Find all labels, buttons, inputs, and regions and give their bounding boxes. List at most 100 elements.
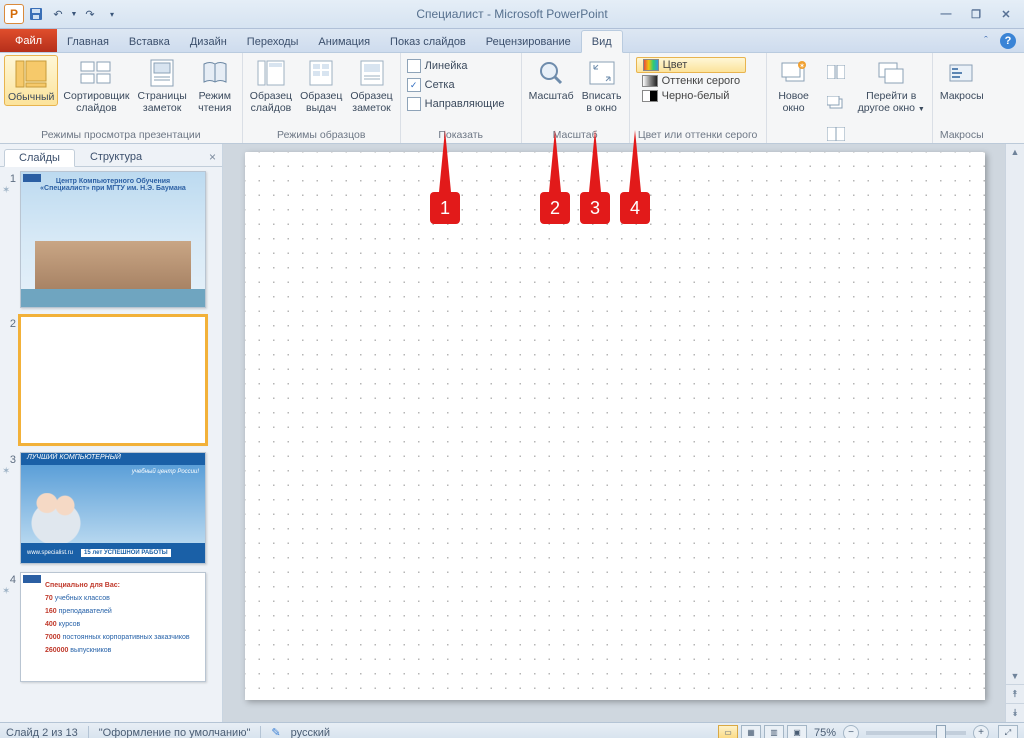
arrange-all-button[interactable] <box>821 57 851 87</box>
close-button[interactable]: ✕ <box>996 6 1016 22</box>
slide-sorter-button[interactable]: Сортировщик слайдов <box>60 55 132 116</box>
redo-button[interactable]: ↷ <box>80 4 100 24</box>
color-button[interactable]: Цвет <box>636 57 746 73</box>
quick-access-toolbar: P ↶ ▼ ↷ ▾ <box>0 4 122 24</box>
slide-thumbnail-3[interactable]: ЛУЧШИЙ КОМПЬЮТЕРНЫЙ учебный центр России… <box>20 452 206 564</box>
slideshow-view-btn[interactable]: ▣ <box>787 725 807 738</box>
workspace: Слайды Структура × 1✶ Центр Компьютерног… <box>0 144 1024 722</box>
group-label: Макросы <box>937 127 987 143</box>
group-label: Цвет или оттенки серого <box>634 127 762 143</box>
guides-checkbox[interactable]: Направляющие <box>407 95 505 113</box>
slide-thumbnail-2[interactable] <box>20 316 206 444</box>
cascade-button[interactable] <box>821 88 851 118</box>
group-zoom: Масштаб Вписать в окно Масштаб <box>522 53 630 143</box>
group-master-views: Образец слайдов Образец выдач Образец за… <box>243 53 401 143</box>
zoom-out-button[interactable]: − <box>843 725 859 738</box>
group-label: Показать <box>405 127 517 143</box>
annotation-3: 3 <box>580 192 610 224</box>
zoom-slider[interactable] <box>866 731 966 735</box>
minimize-ribbon-button[interactable]: ˆ <box>978 33 994 49</box>
slide-panel: Слайды Структура × 1✶ Центр Компьютерног… <box>0 144 223 722</box>
restore-button[interactable]: ❐ <box>966 6 986 22</box>
gridlines-checkbox[interactable]: ✓Сетка <box>407 76 505 94</box>
tab-slideshow[interactable]: Показ слайдов <box>380 31 476 52</box>
minimize-button[interactable]: ― <box>936 6 956 22</box>
panel-tabs: Слайды Структура × <box>0 144 222 167</box>
save-button[interactable] <box>26 4 46 24</box>
slide-thumbnail-1[interactable]: Центр Компьютерного Обучения«Специалист»… <box>20 171 206 308</box>
svg-text:✶: ✶ <box>799 62 805 70</box>
tab-design[interactable]: Дизайн <box>180 31 237 52</box>
slide-thumbnail-4[interactable]: Специально для Вас: 70 учебных классов 1… <box>20 572 206 682</box>
panel-close-button[interactable]: × <box>203 148 222 166</box>
animation-icon: ✶ <box>2 185 16 196</box>
notes-master-button[interactable]: Образец заметок <box>347 55 395 116</box>
group-macros: Макросы Макросы <box>933 53 991 143</box>
group-presentation-views: Обычный Сортировщик слайдов Страницы зам… <box>0 53 243 143</box>
zoom-level[interactable]: 75% <box>814 727 836 738</box>
group-show: Линейка ✓Сетка Направляющие Показать <box>401 53 522 143</box>
switch-windows-button[interactable]: Перейти в другое окно ▼ <box>855 55 928 118</box>
slide-number: 2 <box>2 316 16 330</box>
outline-tab[interactable]: Структура <box>75 148 157 166</box>
tab-animation[interactable]: Анимация <box>308 31 380 52</box>
annotation-1: 1 <box>430 192 460 224</box>
tab-view[interactable]: Вид <box>581 30 623 53</box>
new-window-button[interactable]: ✶Новое окно <box>771 55 817 116</box>
slide-number: 1 <box>2 171 16 185</box>
reading-view-button[interactable]: Режим чтения <box>192 55 238 116</box>
undo-dropdown[interactable]: ▼ <box>70 4 78 24</box>
status-bar: Слайд 2 из 13 "Оформление по умолчанию" … <box>0 722 1024 738</box>
group-color-grayscale: Цвет Оттенки серого Черно-белый Цвет или… <box>630 53 767 143</box>
slides-tab[interactable]: Слайды <box>4 149 75 167</box>
notes-page-button[interactable]: Страницы заметок <box>134 55 189 116</box>
thumbnails: 1✶ Центр Компьютерного Обучения«Специали… <box>0 167 222 722</box>
group-label: Режимы просмотра презентации <box>4 127 238 143</box>
zoom-button[interactable]: Масштаб <box>526 55 577 104</box>
slide-editor[interactable]: ▲ ▼ ⯭ ⯯ 1 2 3 4 <box>223 144 1024 722</box>
group-label: Режимы образцов <box>247 127 396 143</box>
slide-master-button[interactable]: Образец слайдов <box>247 55 295 116</box>
scroll-up[interactable]: ▲ <box>1006 144 1024 160</box>
language-indicator[interactable]: русский <box>291 727 330 738</box>
file-tab[interactable]: Файл <box>0 29 57 52</box>
macros-button[interactable]: Макросы <box>937 55 987 104</box>
grayscale-button[interactable]: Оттенки серого <box>636 74 746 88</box>
animation-icon: ✶ <box>2 586 16 597</box>
ribbon: Обычный Сортировщик слайдов Страницы зам… <box>0 53 1024 144</box>
slide-canvas[interactable] <box>245 152 985 700</box>
undo-button[interactable]: ↶ <box>48 4 68 24</box>
next-slide-button[interactable]: ⯯ <box>1006 703 1024 722</box>
reading-view-btn[interactable]: ▥ <box>764 725 784 738</box>
group-window: ✶Новое окно Перейти в другое окно ▼ Окно <box>767 53 933 143</box>
scroll-down[interactable]: ▼ <box>1006 668 1024 684</box>
tab-insert[interactable]: Вставка <box>119 31 180 52</box>
slide-indicator: Слайд 2 из 13 <box>6 727 78 738</box>
normal-view-button[interactable]: Обычный <box>4 55 58 106</box>
ruler-checkbox[interactable]: Линейка <box>407 57 505 75</box>
tab-home[interactable]: Главная <box>57 31 119 52</box>
ribbon-tab-strip: Файл Главная Вставка Дизайн Переходы Ани… <box>0 29 1024 53</box>
annotation-4: 4 <box>620 192 650 224</box>
tab-transitions[interactable]: Переходы <box>237 31 309 52</box>
spellcheck-icon[interactable]: ✎ <box>271 726 280 738</box>
prev-slide-button[interactable]: ⯭ <box>1006 684 1024 703</box>
black-white-button[interactable]: Черно-белый <box>636 89 746 103</box>
help-button[interactable]: ? <box>1000 33 1016 49</box>
fit-to-window-button[interactable]: Вписать в окно <box>579 55 625 116</box>
annotation-2: 2 <box>540 192 570 224</box>
window-title: Специалист - Microsoft PowerPoint <box>0 7 1024 21</box>
sorter-view-btn[interactable]: ▦ <box>741 725 761 738</box>
zoom-in-button[interactable]: + <box>973 725 989 738</box>
slide-number: 3 <box>2 452 16 466</box>
theme-name: "Оформление по умолчанию" <box>99 727 251 738</box>
tab-review[interactable]: Рецензирование <box>476 31 581 52</box>
app-icon: P <box>4 4 24 24</box>
slide-number: 4 <box>2 572 16 586</box>
vertical-scrollbar[interactable]: ▲ ▼ ⯭ ⯯ <box>1005 144 1024 722</box>
fit-button[interactable]: ⤢ <box>998 725 1018 738</box>
title-bar: P ↶ ▼ ↷ ▾ Специалист - Microsoft PowerPo… <box>0 0 1024 29</box>
handout-master-button[interactable]: Образец выдач <box>297 55 345 116</box>
normal-view-btn[interactable]: ▭ <box>718 725 738 738</box>
qat-customize[interactable]: ▾ <box>102 4 122 24</box>
